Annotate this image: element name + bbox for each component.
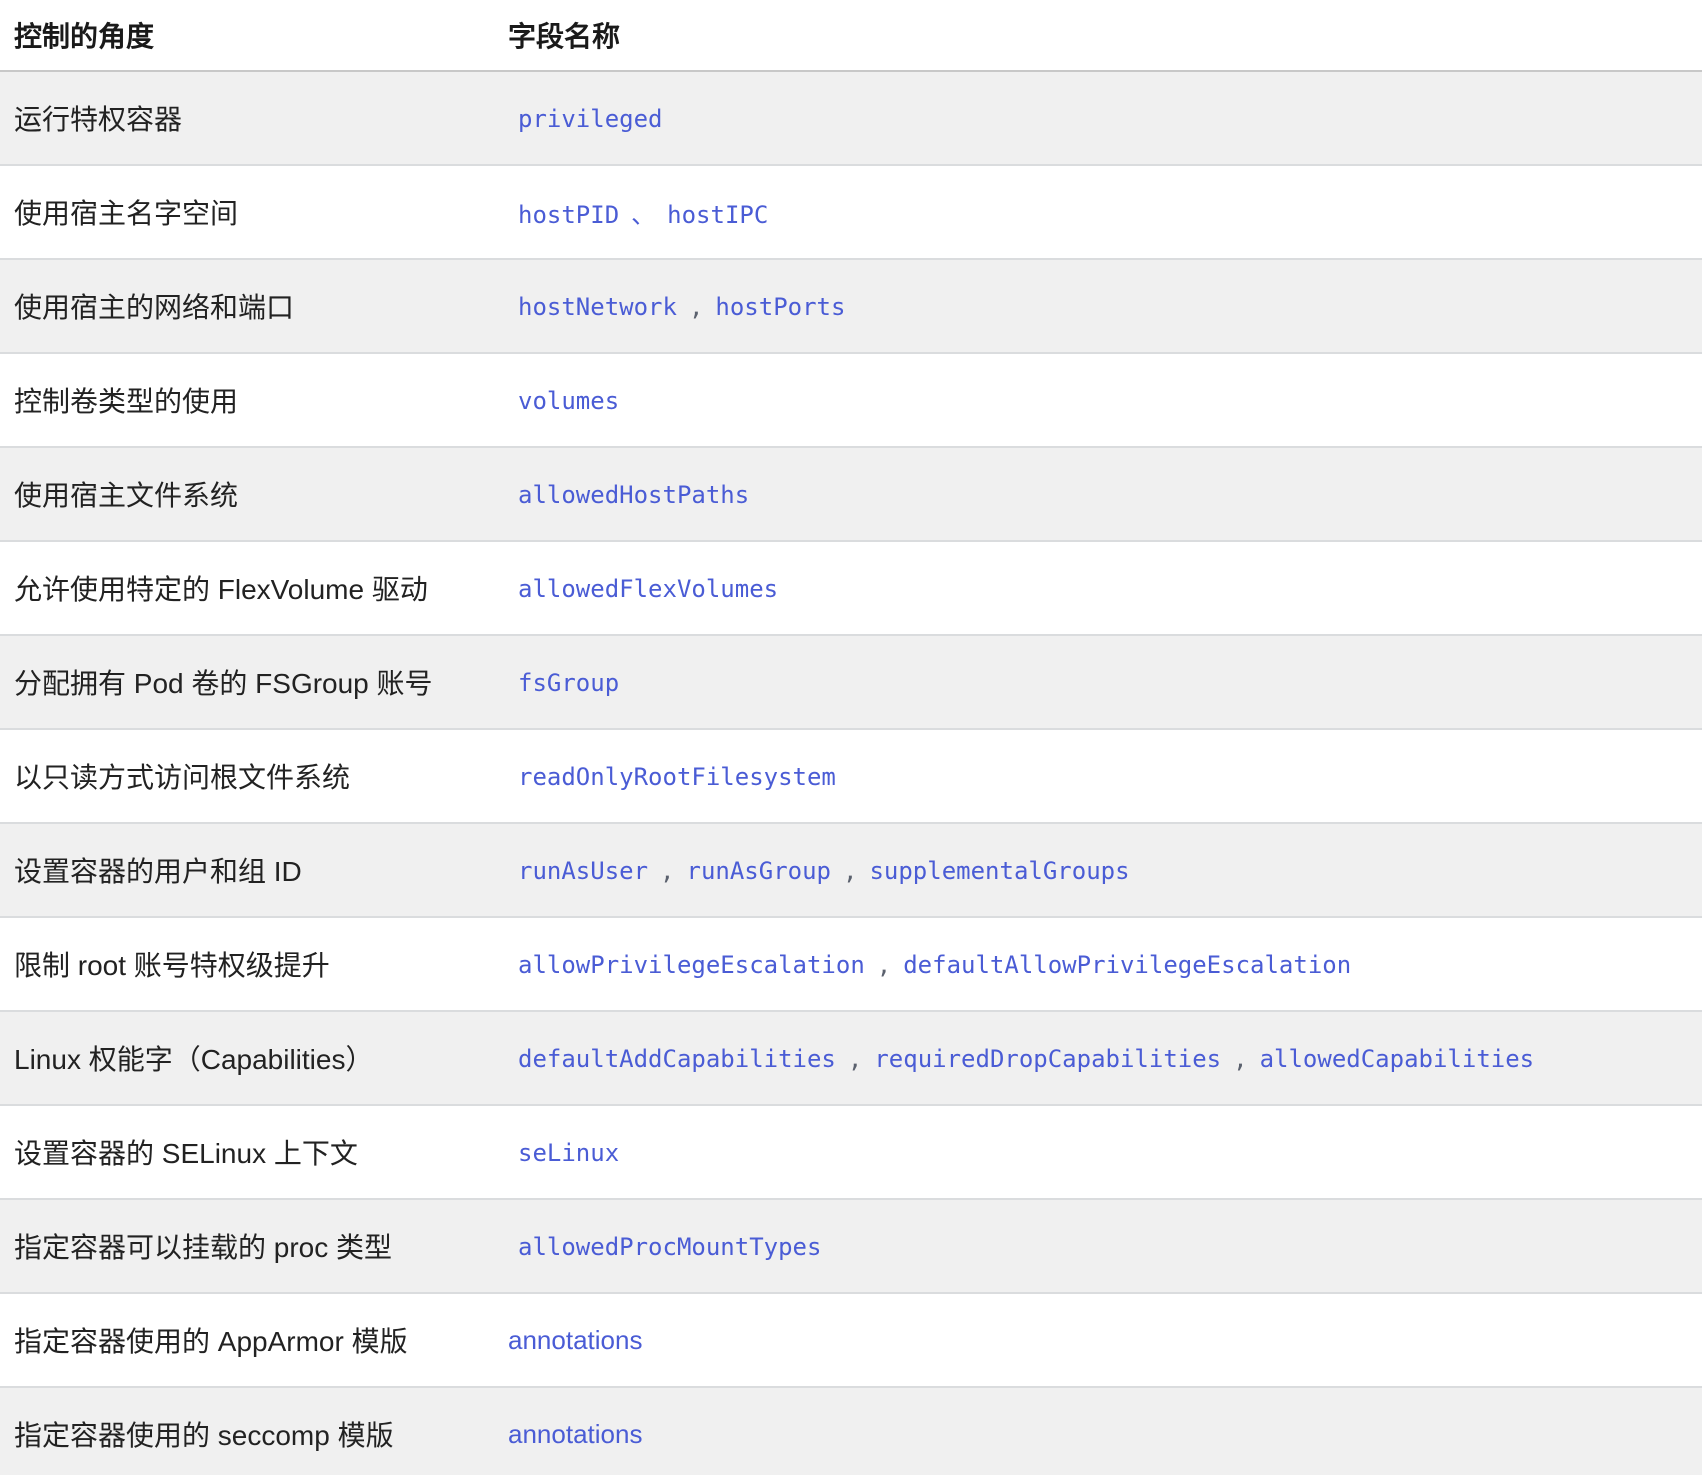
table-row: 指定容器使用的 AppArmor 模版 annotations <box>0 1293 1702 1387</box>
field-code-link[interactable]: allowedFlexVolumes <box>518 575 778 603</box>
field-code-link[interactable]: hostIPC <box>667 201 768 229</box>
field-code-link[interactable]: volumes <box>518 387 619 415</box>
fields-cell: readOnlyRootFilesystem <box>494 729 1702 823</box>
field-code-link[interactable]: requiredDropCapabilities <box>874 1045 1221 1073</box>
aspect-cell: 设置容器的 SELinux 上下文 <box>0 1105 494 1199</box>
fields-cell: allowedProcMountTypes <box>494 1199 1702 1293</box>
aspect-cell: Linux 权能字（Capabilities） <box>0 1011 494 1105</box>
field-separator: , <box>875 951 893 979</box>
aspect-cell: 使用宿主文件系统 <box>0 447 494 541</box>
aspect-cell: 指定容器使用的 seccomp 模版 <box>0 1387 494 1475</box>
table-row: 运行特权容器 privileged <box>0 71 1702 165</box>
field-code-link[interactable]: hostNetwork <box>518 293 677 321</box>
aspect-cell: 使用宿主的网络和端口 <box>0 259 494 353</box>
field-text-link[interactable]: annotations <box>508 1325 642 1355</box>
field-text-link[interactable]: annotations <box>508 1419 642 1449</box>
aspect-cell: 指定容器可以挂载的 proc 类型 <box>0 1199 494 1293</box>
field-code-link[interactable]: defaultAllowPrivilegeEscalation <box>903 951 1351 979</box>
table-row: 控制卷类型的使用 volumes <box>0 353 1702 447</box>
fields-cell: hostNetwork, hostPorts <box>494 259 1702 353</box>
field-code-link[interactable]: allowPrivilegeEscalation <box>518 951 865 979</box>
aspect-cell: 分配拥有 Pod 卷的 FSGroup 账号 <box>0 635 494 729</box>
field-code-link[interactable]: seLinux <box>518 1139 619 1167</box>
aspect-cell: 使用宿主名字空间 <box>0 165 494 259</box>
table-row: 允许使用特定的 FlexVolume 驱动 allowedFlexVolumes <box>0 541 1702 635</box>
aspect-cell: 限制 root 账号特权级提升 <box>0 917 494 1011</box>
fields-cell: allowedHostPaths <box>494 447 1702 541</box>
fields-cell: fsGroup <box>494 635 1702 729</box>
field-separator: , <box>846 1045 864 1073</box>
fields-cell: hostPID 、 hostIPC <box>494 165 1702 259</box>
col-header-control-aspect: 控制的角度 <box>0 0 494 71</box>
table-row: 分配拥有 Pod 卷的 FSGroup 账号 fsGroup <box>0 635 1702 729</box>
field-separator: , <box>687 293 705 321</box>
fields-cell: allowPrivilegeEscalation, defaultAllowPri… <box>494 917 1702 1011</box>
aspect-cell: 以只读方式访问根文件系统 <box>0 729 494 823</box>
field-code-link[interactable]: runAsGroup <box>687 857 832 885</box>
field-separator: 、 <box>629 201 657 229</box>
field-code-link[interactable]: defaultAddCapabilities <box>518 1045 836 1073</box>
fields-cell: volumes <box>494 353 1702 447</box>
field-code-link[interactable]: runAsUser <box>518 857 648 885</box>
fields-cell: defaultAddCapabilities, requiredDropCapab… <box>494 1011 1702 1105</box>
table-row: 指定容器可以挂载的 proc 类型 allowedProcMountTypes <box>0 1199 1702 1293</box>
field-code-link[interactable]: privileged <box>518 105 663 133</box>
field-separator: , <box>1231 1045 1249 1073</box>
table-body: 运行特权容器 privileged 使用宿主名字空间 hostPID 、 hostI… <box>0 71 1702 1475</box>
col-header-field-names: 字段名称 <box>494 0 1702 71</box>
fields-cell: annotations <box>494 1387 1702 1475</box>
table-row: 使用宿主名字空间 hostPID 、 hostIPC <box>0 165 1702 259</box>
fields-cell: allowedFlexVolumes <box>494 541 1702 635</box>
table-row: 限制 root 账号特权级提升 allowPrivilegeEscalation… <box>0 917 1702 1011</box>
fields-cell: seLinux <box>494 1105 1702 1199</box>
field-separator: , <box>841 857 859 885</box>
fields-cell: privileged <box>494 71 1702 165</box>
table-row: 设置容器的用户和组 ID runAsUser, runAsGroup, supple… <box>0 823 1702 917</box>
header-row: 控制的角度 字段名称 <box>0 0 1702 71</box>
table-row: 使用宿主的网络和端口 hostNetwork, hostPorts <box>0 259 1702 353</box>
field-code-link[interactable]: supplementalGroups <box>869 857 1129 885</box>
security-policy-table: 控制的角度 字段名称 运行特权容器 privileged 使用宿主名字空间 ho… <box>0 0 1702 1475</box>
field-code-link[interactable]: allowedHostPaths <box>518 481 749 509</box>
aspect-cell: 运行特权容器 <box>0 71 494 165</box>
field-code-link[interactable]: hostPorts <box>715 293 845 321</box>
fields-cell: runAsUser, runAsGroup, supplementalGroups <box>494 823 1702 917</box>
field-separator: , <box>658 857 676 885</box>
field-code-link[interactable]: hostPID <box>518 201 619 229</box>
field-code-link[interactable]: fsGroup <box>518 669 619 697</box>
table-row: 以只读方式访问根文件系统 readOnlyRootFilesystem <box>0 729 1702 823</box>
field-code-link[interactable]: allowedCapabilities <box>1260 1045 1535 1073</box>
table-row: 指定容器使用的 seccomp 模版 annotations <box>0 1387 1702 1475</box>
aspect-cell: 允许使用特定的 FlexVolume 驱动 <box>0 541 494 635</box>
table-row: Linux 权能字（Capabilities） defaultAddCapabi… <box>0 1011 1702 1105</box>
table-header: 控制的角度 字段名称 <box>0 0 1702 71</box>
aspect-cell: 设置容器的用户和组 ID <box>0 823 494 917</box>
fields-cell: annotations <box>494 1293 1702 1387</box>
table-row: 设置容器的 SELinux 上下文 seLinux <box>0 1105 1702 1199</box>
aspect-cell: 控制卷类型的使用 <box>0 353 494 447</box>
field-code-link[interactable]: readOnlyRootFilesystem <box>518 763 836 791</box>
table-row: 使用宿主文件系统 allowedHostPaths <box>0 447 1702 541</box>
field-code-link[interactable]: allowedProcMountTypes <box>518 1233 821 1261</box>
aspect-cell: 指定容器使用的 AppArmor 模版 <box>0 1293 494 1387</box>
